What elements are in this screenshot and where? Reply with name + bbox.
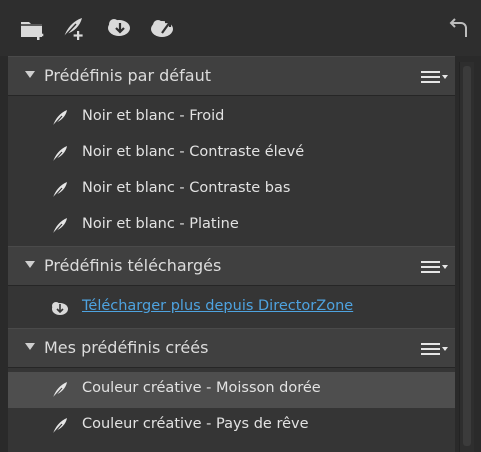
download-cloud-icon <box>52 302 68 315</box>
upload-icon[interactable] <box>148 13 178 43</box>
feather-add-icon[interactable] <box>58 13 88 43</box>
list-item-label: Noir et blanc - Contraste élevé <box>82 144 305 160</box>
feather-icon <box>52 218 67 235</box>
collapse-arrow-icon[interactable] <box>25 343 35 350</box>
list-item[interactable]: Télécharger plus depuis DirectorZone <box>8 290 455 326</box>
feather-icon <box>52 110 67 127</box>
list-item-label: Noir et blanc - Platine <box>82 216 239 232</box>
list-item-label: Noir et blanc - Froid <box>82 108 225 124</box>
list-item[interactable]: Couleur créative - Pays de rêve <box>8 408 455 444</box>
feather-icon <box>52 382 67 399</box>
menu-icon[interactable] <box>421 69 449 85</box>
list-item-label: Couleur créative - Pays de rêve <box>82 416 309 432</box>
list-item-label: Noir et blanc - Contraste bas <box>82 180 291 196</box>
menu-icon[interactable] <box>421 259 449 275</box>
list-item-label: Couleur créative - Moisson dorée <box>82 380 321 396</box>
scrollbar-thumb[interactable] <box>463 66 471 446</box>
collapse-arrow-icon[interactable] <box>25 261 35 268</box>
list-item[interactable]: Noir et blanc - Contraste bas <box>8 172 455 208</box>
section-header-my-presets[interactable]: Mes prédéfinis créés <box>8 328 455 368</box>
section-title: Prédéfinis téléchargés <box>44 256 222 275</box>
list-item-selected[interactable]: Couleur créative - Moisson dorée <box>8 372 455 408</box>
section-header-default-presets[interactable]: Prédéfinis par défaut <box>8 56 455 96</box>
feather-icon <box>52 418 67 435</box>
directorzone-link[interactable]: Télécharger plus depuis DirectorZone <box>82 298 353 314</box>
scrollbar[interactable] <box>459 62 474 452</box>
list-item[interactable]: Noir et blanc - Platine <box>8 208 455 244</box>
presets-panel-window: Prédéfinis par défaut Noir et blanc - Fr… <box>0 0 481 452</box>
collapse-arrow-icon[interactable] <box>25 71 35 78</box>
undo-icon[interactable] <box>443 13 473 43</box>
feather-icon <box>52 146 67 163</box>
list-item[interactable]: Noir et blanc - Froid <box>8 100 455 136</box>
list-item[interactable]: Noir et blanc - Contraste élevé <box>8 136 455 172</box>
section-title: Prédéfinis par défaut <box>44 66 211 85</box>
section-header-downloaded-presets[interactable]: Prédéfinis téléchargés <box>8 246 455 286</box>
toolbar <box>0 0 481 56</box>
download-icon[interactable] <box>105 13 135 43</box>
section-title: Mes prédéfinis créés <box>44 338 209 357</box>
feather-icon <box>52 182 67 199</box>
menu-icon[interactable] <box>421 341 449 357</box>
folder-add-icon[interactable] <box>18 13 48 43</box>
